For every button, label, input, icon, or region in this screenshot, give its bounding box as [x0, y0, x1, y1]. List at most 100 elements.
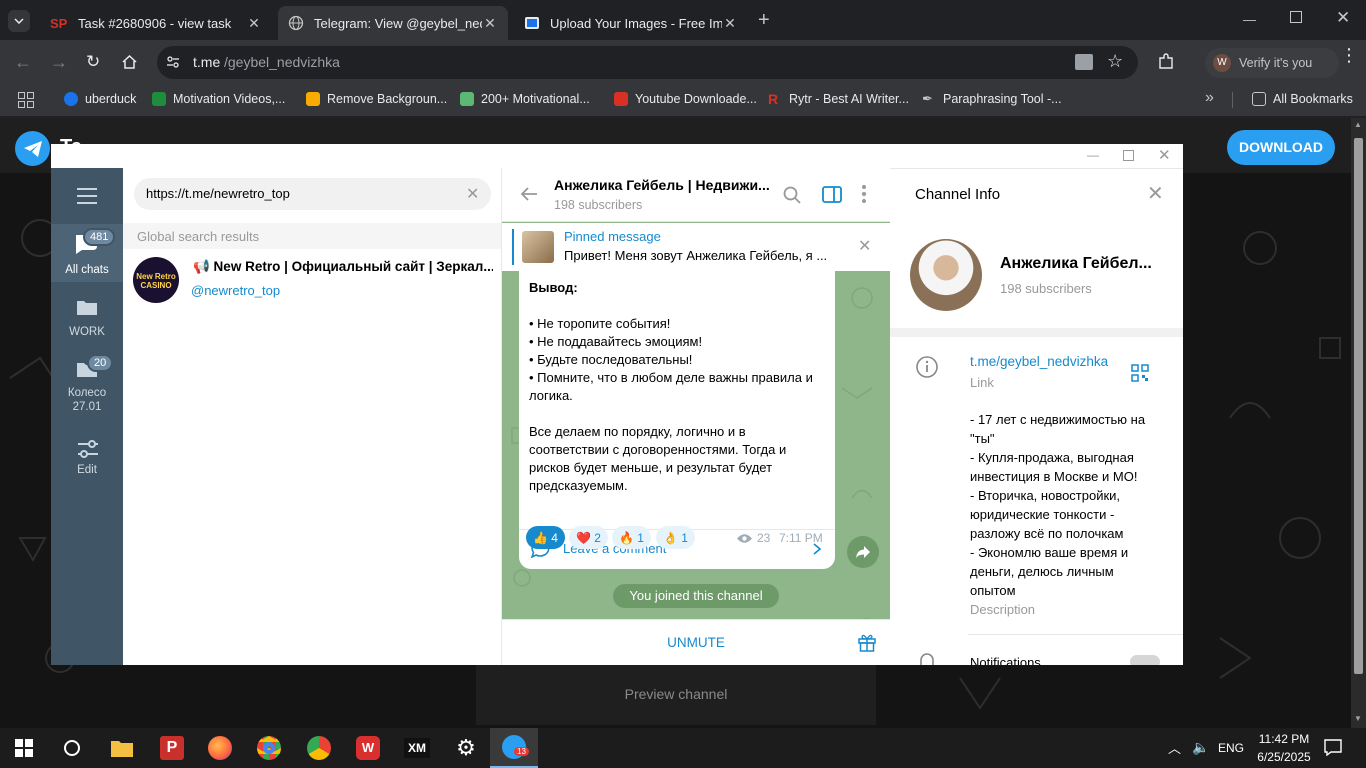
sidebar-toggle-icon[interactable] [822, 186, 842, 203]
all-bookmarks-button[interactable]: All Bookmarks [1252, 92, 1353, 106]
search-button[interactable] [48, 728, 96, 768]
file-explorer-button[interactable] [98, 728, 146, 768]
description-line: - Купля-продажа, выгодная инвестиция в М… [970, 450, 1138, 484]
more-bookmarks-icon[interactable]: » [1205, 89, 1214, 107]
unmute-button[interactable]: UNMUTE [502, 635, 890, 650]
notification-center-icon[interactable] [1324, 739, 1342, 756]
preview-channel-button[interactable]: Preview channel [476, 686, 876, 702]
chrome-button[interactable] [295, 728, 343, 768]
address-bar[interactable]: t.me /geybel_nedvizhka ☆ [157, 46, 1138, 79]
channel-avatar[interactable] [910, 239, 982, 311]
bookmark-motivation-videos[interactable]: Motivation Videos,... [152, 92, 285, 106]
close-icon[interactable]: ✕ [1158, 146, 1171, 164]
tab-title: Telegram: View @geybel_nedvizhka [314, 15, 482, 31]
settings-button[interactable]: ⚙ [442, 728, 490, 768]
tab-search-button[interactable] [8, 10, 30, 32]
bookmark-star-icon[interactable]: ☆ [1107, 51, 1123, 72]
firefox-button[interactable] [196, 728, 244, 768]
volume-icon[interactable]: 🔈 [1192, 739, 1209, 756]
notifications-toggle[interactable] [1130, 655, 1160, 665]
qr-code-icon[interactable] [1131, 364, 1149, 382]
info-header: Channel Info [915, 186, 1001, 203]
page-scrollbar[interactable]: ▲ ▼ [1351, 118, 1366, 728]
scroll-down-icon[interactable]: ▼ [1354, 714, 1362, 723]
search-icon[interactable] [783, 186, 801, 204]
chat-title[interactable]: Анжелика Гейбель | Недвижи... [554, 177, 770, 193]
bookmark-rytr[interactable]: R Rytr - Best AI Writer... [768, 92, 909, 106]
profile-button[interactable]: W Verify it's you [1205, 48, 1339, 78]
telegram-taskbar-button[interactable]: 13 [490, 728, 538, 768]
reaction-thumbs-up[interactable]: 👍 4 [526, 526, 565, 549]
p-app-icon: P [160, 736, 184, 760]
start-button[interactable] [0, 728, 48, 768]
bookmark-uberduck[interactable]: uberduck [64, 92, 136, 106]
reload-icon[interactable]: ↻ [86, 52, 100, 72]
close-icon[interactable]: ✕ [246, 15, 262, 32]
url-host: t.me [193, 54, 221, 70]
telegram-logo[interactable] [15, 131, 50, 166]
feather-icon: ✒ [922, 91, 933, 106]
new-tab-plus-icon[interactable]: + [758, 9, 770, 32]
scroll-up-icon[interactable]: ▲ [1354, 120, 1362, 129]
tab-upload-images[interactable]: Upload Your Images - Free Image ✕ [514, 6, 748, 40]
close-pinned-icon[interactable]: ✕ [858, 236, 871, 256]
extensions-icon[interactable] [1157, 53, 1175, 71]
pinned-message-bar[interactable]: Pinned message Привет! Меня зовут Анжели… [502, 223, 890, 271]
close-icon[interactable]: ✕ [482, 15, 498, 32]
reaction-fire[interactable]: 🔥 1 [612, 526, 651, 549]
search-result-item[interactable]: New Retro CASINO 📢 New Retro | Официальн… [123, 249, 501, 311]
section-divider [890, 328, 1183, 337]
unread-badge: 20 [87, 354, 114, 372]
bell-icon [920, 653, 934, 665]
home-icon[interactable] [121, 54, 138, 70]
apps-grid-icon[interactable] [18, 92, 34, 108]
minimize-window-icon[interactable]: — [1243, 12, 1256, 27]
maximize-window-icon[interactable] [1290, 11, 1302, 23]
xm-button[interactable]: XM [393, 728, 441, 768]
message-bubble: Вывод: • Не торопите события! • Не подда… [519, 271, 835, 569]
wps-button[interactable]: W [344, 728, 392, 768]
minimize-icon[interactable]: — [1087, 148, 1099, 162]
back-arrow-icon[interactable]: ← [14, 52, 32, 73]
close-icon[interactable]: ✕ [722, 15, 738, 32]
app-p-button[interactable]: P [148, 728, 196, 768]
folder-koleso[interactable]: 20 Колесо 27.01 [51, 354, 123, 416]
chrome-menu-icon[interactable]: ⋮ [1340, 46, 1358, 64]
close-info-icon[interactable]: ✕ [1147, 181, 1164, 206]
clock-time[interactable]: 11:42 PM [1256, 732, 1312, 746]
site-info-icon[interactable] [166, 55, 180, 69]
clear-search-icon[interactable]: ✕ [466, 184, 479, 204]
channel-link[interactable]: t.me/geybel_nedvizhka [970, 354, 1108, 369]
chrome-profile-button[interactable] [245, 728, 293, 768]
reaction-emoji: ❤️ [576, 530, 591, 545]
language-indicator[interactable]: ENG [1218, 741, 1244, 755]
download-button[interactable]: DOWNLOAD [1227, 130, 1335, 165]
share-button[interactable] [847, 536, 879, 568]
edit-folders-button[interactable]: Edit [51, 438, 123, 482]
description-line: - Вторичка, новостройки, юридические тон… [970, 488, 1124, 541]
gift-icon[interactable] [857, 632, 877, 652]
bookmark-paraphrasing-tool[interactable]: ✒ Paraphrasing Tool -... [922, 91, 1062, 107]
tab-telegram[interactable]: Telegram: View @geybel_nedvizhka ✕ [278, 6, 508, 40]
bookmark-youtube-downloader[interactable]: Youtube Downloade... [614, 92, 757, 106]
search-input[interactable]: https://t.me/newretro_top ✕ [134, 178, 491, 210]
reaction-ok-hand[interactable]: 👌 1 [656, 526, 695, 549]
maximize-icon[interactable] [1123, 150, 1134, 161]
show-hidden-icons-chevron-icon[interactable]: ︿ [1168, 738, 1181, 757]
translate-icon[interactable] [1075, 54, 1093, 70]
hamburger-menu-icon[interactable] [77, 188, 97, 204]
tab-task[interactable]: SP Task #2680906 - view task ✕ [40, 6, 272, 40]
close-window-icon[interactable]: ✕ [1336, 8, 1350, 28]
link-caption: Link [970, 375, 994, 390]
folder-all-chats[interactable]: 481 All chats [51, 224, 123, 282]
more-options-icon[interactable] [862, 185, 866, 203]
scrollbar-thumb[interactable] [1354, 138, 1363, 674]
reaction-heart[interactable]: ❤️ 2 [569, 526, 608, 549]
bookmark-motivational[interactable]: 200+ Motivational... [460, 92, 590, 106]
folder-work[interactable]: WORK [51, 294, 123, 344]
forward-arrow-icon[interactable]: → [50, 52, 68, 73]
clock-date[interactable]: 6/25/2025 [1252, 750, 1316, 764]
bookmark-remove-background[interactable]: Remove Backgroun... [306, 92, 447, 106]
avatar-text: New Retro CASINO [136, 272, 176, 290]
back-arrow-icon[interactable] [520, 186, 538, 202]
